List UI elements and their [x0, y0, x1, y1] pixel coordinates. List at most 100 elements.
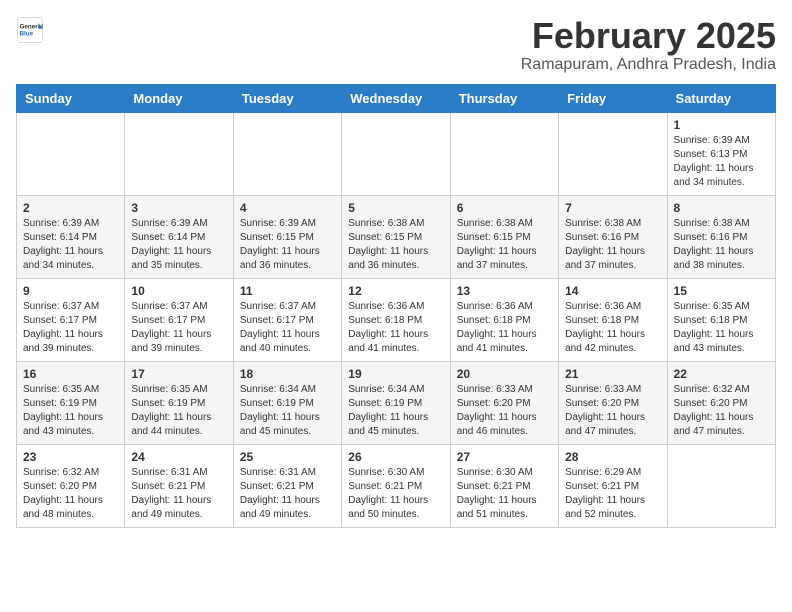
- calendar-cell: 3Sunrise: 6:39 AM Sunset: 6:14 PM Daylig…: [125, 195, 233, 278]
- day-info: Sunrise: 6:35 AM Sunset: 6:19 PM Dayligh…: [23, 383, 118, 439]
- day-info: Sunrise: 6:35 AM Sunset: 6:18 PM Dayligh…: [674, 300, 769, 356]
- calendar-cell: 6Sunrise: 6:38 AM Sunset: 6:15 PM Daylig…: [450, 195, 558, 278]
- day-info: Sunrise: 6:37 AM Sunset: 6:17 PM Dayligh…: [240, 300, 335, 356]
- day-number: 16: [23, 367, 118, 381]
- calendar-body: 1Sunrise: 6:39 AM Sunset: 6:13 PM Daylig…: [17, 112, 776, 527]
- calendar-cell: [450, 112, 558, 195]
- header-friday: Friday: [559, 84, 667, 112]
- day-number: 4: [240, 201, 335, 215]
- day-info: Sunrise: 6:38 AM Sunset: 6:15 PM Dayligh…: [457, 217, 552, 273]
- day-number: 20: [457, 367, 552, 381]
- header-saturday: Saturday: [667, 84, 775, 112]
- day-number: 8: [674, 201, 769, 215]
- calendar-cell: 20 Sunrise: 6:33 AM Sunset: 6:20 PM Dayli…: [450, 361, 558, 444]
- week-row-3: 9 Sunrise: 6:37 AM Sunset: 6:17 PM Daylig…: [17, 278, 776, 361]
- calendar-cell: [559, 112, 667, 195]
- calendar-subtitle: Ramapuram, Andhra Pradesh, India: [521, 56, 776, 74]
- calendar-cell: 22 Sunrise: 6:32 AM Sunset: 6:20 PM Dayli…: [667, 361, 775, 444]
- week-row-5: 23 Sunrise: 6:32 AM Sunset: 6:20 PM Dayli…: [17, 444, 776, 527]
- day-number: 11: [240, 284, 335, 298]
- day-info: Sunrise: 6:34 AM Sunset: 6:19 PM Dayligh…: [240, 383, 335, 439]
- day-info: Sunrise: 6:38 AM Sunset: 6:15 PM Dayligh…: [348, 217, 443, 273]
- day-number: 19: [348, 367, 443, 381]
- header-monday: Monday: [125, 84, 233, 112]
- day-info: Sunrise: 6:31 AM Sunset: 6:21 PM Dayligh…: [240, 466, 335, 522]
- day-info: Sunrise: 6:34 AM Sunset: 6:19 PM Dayligh…: [348, 383, 443, 439]
- calendar-cell: 28 Sunrise: 6:29 AM Sunset: 6:21 PM Dayli…: [559, 444, 667, 527]
- logo-icon: General Blue: [16, 16, 44, 44]
- calendar-cell: 16 Sunrise: 6:35 AM Sunset: 6:19 PM Dayli…: [17, 361, 125, 444]
- calendar-cell: 4 Sunrise: 6:39 AM Sunset: 6:15 PM Daylig…: [233, 195, 341, 278]
- day-info: Sunrise: 6:29 AM Sunset: 6:21 PM Dayligh…: [565, 466, 660, 522]
- day-number: 27: [457, 450, 552, 464]
- calendar-cell: 2 Sunrise: 6:39 AM Sunset: 6:14 PM Daylig…: [17, 195, 125, 278]
- page-header: General Blue February 2025 Ramapuram, An…: [16, 16, 776, 74]
- calendar-cell: 25 Sunrise: 6:31 AM Sunset: 6:21 PM Dayli…: [233, 444, 341, 527]
- day-info: Sunrise: 6:36 AM Sunset: 6:18 PM Dayligh…: [457, 300, 552, 356]
- calendar-cell: [17, 112, 125, 195]
- calendar-cell: 23 Sunrise: 6:32 AM Sunset: 6:20 PM Dayli…: [17, 444, 125, 527]
- calendar-cell: 26 Sunrise: 6:30 AM Sunset: 6:21 PM Dayli…: [342, 444, 450, 527]
- day-number: 9: [23, 284, 118, 298]
- calendar-cell: 18 Sunrise: 6:34 AM Sunset: 6:19 PM Dayli…: [233, 361, 341, 444]
- calendar-cell: [667, 444, 775, 527]
- calendar-cell: 9 Sunrise: 6:37 AM Sunset: 6:17 PM Daylig…: [17, 278, 125, 361]
- day-info: Sunrise: 6:37 AM Sunset: 6:17 PM Dayligh…: [131, 300, 226, 356]
- day-number: 10: [131, 284, 226, 298]
- day-info: Sunrise: 6:32 AM Sunset: 6:20 PM Dayligh…: [674, 383, 769, 439]
- header-sunday: Sunday: [17, 84, 125, 112]
- calendar-title: February 2025: [521, 16, 776, 56]
- svg-text:Blue: Blue: [20, 31, 34, 38]
- calendar-cell: [125, 112, 233, 195]
- day-info: Sunrise: 6:38 AM Sunset: 6:16 PM Dayligh…: [674, 217, 769, 273]
- calendar-cell: 7 Sunrise: 6:38 AM Sunset: 6:16 PM Daylig…: [559, 195, 667, 278]
- calendar-cell: 27 Sunrise: 6:30 AM Sunset: 6:21 PM Dayli…: [450, 444, 558, 527]
- day-number: 14: [565, 284, 660, 298]
- day-number: 15: [674, 284, 769, 298]
- day-number: 24: [131, 450, 226, 464]
- calendar-cell: [342, 112, 450, 195]
- calendar-cell: 5 Sunrise: 6:38 AM Sunset: 6:15 PM Daylig…: [342, 195, 450, 278]
- calendar-cell: 11 Sunrise: 6:37 AM Sunset: 6:17 PM Dayli…: [233, 278, 341, 361]
- header-wednesday: Wednesday: [342, 84, 450, 112]
- day-info: Sunrise: 6:37 AM Sunset: 6:17 PM Dayligh…: [23, 300, 118, 356]
- day-number: 25: [240, 450, 335, 464]
- calendar-cell: 14Sunrise: 6:36 AM Sunset: 6:18 PM Dayli…: [559, 278, 667, 361]
- calendar-cell: 12 Sunrise: 6:36 AM Sunset: 6:18 PM Dayli…: [342, 278, 450, 361]
- day-info: Sunrise: 6:36 AM Sunset: 6:18 PM Dayligh…: [348, 300, 443, 356]
- calendar-cell: 19 Sunrise: 6:34 AM Sunset: 6:19 PM Dayli…: [342, 361, 450, 444]
- day-number: 28: [565, 450, 660, 464]
- week-row-4: 16 Sunrise: 6:35 AM Sunset: 6:19 PM Dayli…: [17, 361, 776, 444]
- day-number: 5: [348, 201, 443, 215]
- day-number: 18: [240, 367, 335, 381]
- calendar-cell: [233, 112, 341, 195]
- day-info: Sunrise: 6:38 AM Sunset: 6:16 PM Dayligh…: [565, 217, 660, 273]
- day-info: Sunrise: 6:39 AM Sunset: 6:14 PM Dayligh…: [131, 217, 226, 273]
- day-info: Sunrise: 6:30 AM Sunset: 6:21 PM Dayligh…: [348, 466, 443, 522]
- day-number: 23: [23, 450, 118, 464]
- header-tuesday: Tuesday: [233, 84, 341, 112]
- day-number: 17: [131, 367, 226, 381]
- day-number: 21: [565, 367, 660, 381]
- day-number: 7: [565, 201, 660, 215]
- day-number: 22: [674, 367, 769, 381]
- calendar-table: SundayMondayTuesdayWednesdayThursdayFrid…: [16, 84, 776, 528]
- day-info: Sunrise: 6:32 AM Sunset: 6:20 PM Dayligh…: [23, 466, 118, 522]
- day-info: Sunrise: 6:39 AM Sunset: 6:14 PM Dayligh…: [23, 217, 118, 273]
- calendar-header-row: SundayMondayTuesdayWednesdayThursdayFrid…: [17, 84, 776, 112]
- day-info: Sunrise: 6:30 AM Sunset: 6:21 PM Dayligh…: [457, 466, 552, 522]
- day-number: 2: [23, 201, 118, 215]
- day-info: Sunrise: 6:33 AM Sunset: 6:20 PM Dayligh…: [565, 383, 660, 439]
- day-number: 12: [348, 284, 443, 298]
- week-row-1: 1Sunrise: 6:39 AM Sunset: 6:13 PM Daylig…: [17, 112, 776, 195]
- day-info: Sunrise: 6:33 AM Sunset: 6:20 PM Dayligh…: [457, 383, 552, 439]
- day-number: 26: [348, 450, 443, 464]
- day-number: 13: [457, 284, 552, 298]
- week-row-2: 2 Sunrise: 6:39 AM Sunset: 6:14 PM Daylig…: [17, 195, 776, 278]
- day-info: Sunrise: 6:35 AM Sunset: 6:19 PM Dayligh…: [131, 383, 226, 439]
- calendar-cell: 10 Sunrise: 6:37 AM Sunset: 6:17 PM Dayli…: [125, 278, 233, 361]
- title-block: February 2025 Ramapuram, Andhra Pradesh,…: [521, 16, 776, 74]
- calendar-cell: 1Sunrise: 6:39 AM Sunset: 6:13 PM Daylig…: [667, 112, 775, 195]
- day-info: Sunrise: 6:39 AM Sunset: 6:15 PM Dayligh…: [240, 217, 335, 273]
- day-number: 1: [674, 118, 769, 132]
